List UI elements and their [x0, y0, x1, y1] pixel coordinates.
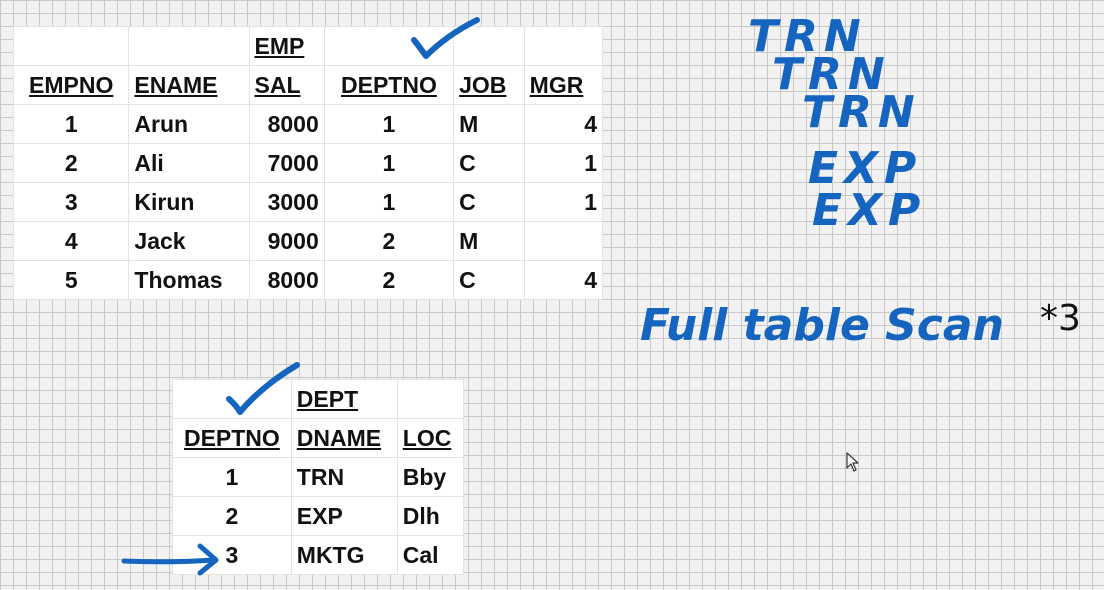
emp-col-sal: SAL [248, 65, 325, 105]
emp-cell-mgr: 1 [523, 143, 604, 183]
emp-cell-empno: 2 [12, 143, 130, 183]
emp-cell-ename: Arun [128, 104, 250, 144]
table-row: 4 Jack 9000 2 M [12, 221, 604, 261]
dept-cell-loc: Cal [396, 535, 465, 575]
dept-cell-loc: Dlh [396, 496, 465, 536]
emp-cell-sal: 3000 [248, 182, 325, 222]
annotation-multiplier: *3 [1040, 298, 1081, 339]
dept-cell-dname: TRN [290, 457, 398, 497]
emp-cell-deptno: 1 [323, 104, 455, 144]
emp-col-job: JOB [453, 65, 525, 105]
emp-cell-empno: 4 [12, 221, 130, 261]
emp-col-deptno: DEPTNO [323, 65, 455, 105]
table-row: 3 MKTG Cal [172, 535, 465, 575]
annotation-full-table-scan: Full table Scan [640, 300, 1004, 351]
emp-col-empno: EMPNO [12, 65, 130, 105]
emp-cell-ename: Jack [128, 221, 250, 261]
emp-cell-ename: Kirun [128, 182, 250, 222]
emp-cell-sal: 7000 [248, 143, 325, 183]
emp-cell-job: C [453, 143, 525, 183]
emp-title-row: EMP [12, 26, 604, 66]
emp-col-ename: ENAME [128, 65, 250, 105]
emp-cell-ename: Thomas [128, 260, 250, 300]
emp-cell-empno: 5 [12, 260, 130, 300]
dept-header-row: DEPTNO DNAME LOC [172, 418, 465, 458]
dept-cell-deptno: 1 [172, 457, 292, 497]
emp-cell-mgr: 4 [523, 104, 604, 144]
mouse-cursor-icon [846, 452, 859, 472]
emp-cell-sal: 9000 [248, 221, 325, 261]
table-row: 1 Arun 8000 1 M 4 [12, 104, 604, 144]
emp-cell-sal: 8000 [248, 260, 325, 300]
dept-table-title: DEPT [290, 379, 398, 419]
emp-header-row: EMPNO ENAME SAL DEPTNO JOB MGR [12, 65, 604, 105]
annotation-exp-1: EXP [808, 143, 923, 194]
dept-cell-dname: MKTG [290, 535, 398, 575]
dept-col-deptno: DEPTNO [172, 418, 292, 458]
emp-cell-job: M [453, 221, 525, 261]
dept-cell-deptno: 2 [172, 496, 292, 536]
emp-cell-deptno: 2 [323, 221, 455, 261]
emp-cell-ename: Ali [128, 143, 250, 183]
emp-cell-job: C [453, 260, 525, 300]
emp-cell-deptno: 1 [323, 182, 455, 222]
dept-cell-loc: Bby [396, 457, 465, 497]
dept-col-loc: LOC [396, 418, 465, 458]
emp-cell-mgr: 4 [523, 260, 604, 300]
emp-cell-mgr [523, 221, 604, 261]
emp-cell-mgr: 1 [523, 182, 604, 222]
table-row: 2 Ali 7000 1 C 1 [12, 143, 604, 183]
dept-cell-deptno: 3 [172, 535, 292, 575]
emp-cell-empno: 1 [12, 104, 130, 144]
table-row: 2 EXP Dlh [172, 496, 465, 536]
emp-cell-empno: 3 [12, 182, 130, 222]
emp-col-mgr: MGR [523, 65, 604, 105]
annotation-trn-3: TRN [802, 87, 921, 138]
emp-table: EMP EMPNO ENAME SAL DEPTNO JOB MGR 1 Aru… [12, 26, 604, 300]
dept-cell-dname: EXP [290, 496, 398, 536]
emp-cell-deptno: 1 [323, 143, 455, 183]
table-row: 1 TRN Bby [172, 457, 465, 497]
dept-table: DEPT DEPTNO DNAME LOC 1 TRN Bby 2 EXP Dl… [172, 379, 465, 575]
emp-cell-sal: 8000 [248, 104, 325, 144]
emp-cell-job: C [453, 182, 525, 222]
annotation-exp-2: EXP [812, 185, 927, 236]
table-row: 5 Thomas 8000 2 C 4 [12, 260, 604, 300]
emp-cell-deptno: 2 [323, 260, 455, 300]
emp-table-title: EMP [248, 26, 325, 66]
dept-title-row: DEPT [172, 379, 465, 419]
table-row: 3 Kirun 3000 1 C 1 [12, 182, 604, 222]
emp-cell-job: M [453, 104, 525, 144]
dept-col-dname: DNAME [290, 418, 398, 458]
